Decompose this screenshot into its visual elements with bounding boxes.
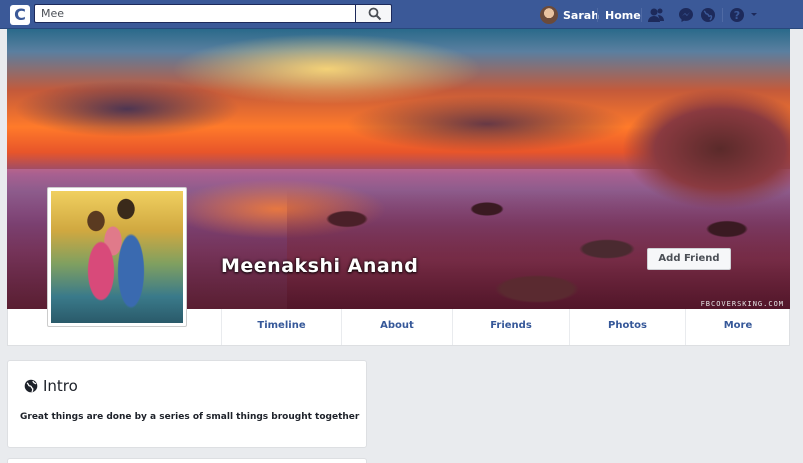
search-button[interactable] xyxy=(355,4,392,23)
user-name: Sarah xyxy=(563,8,600,22)
divider xyxy=(597,8,598,22)
friend-requests-icon[interactable] xyxy=(647,6,665,24)
tab-about[interactable]: About xyxy=(341,309,452,345)
account-caret-icon[interactable] xyxy=(749,6,759,24)
divider xyxy=(641,8,642,22)
intro-card: Intro Great things are done by a series … xyxy=(7,360,367,448)
add-friend-button[interactable]: Add Friend xyxy=(647,248,731,270)
messages-icon[interactable] xyxy=(677,6,695,24)
notifications-globe-icon[interactable] xyxy=(699,6,717,24)
tab-photos[interactable]: Photos xyxy=(569,309,685,345)
intro-title: Intro xyxy=(43,377,78,395)
top-navigation-bar: C Mee Sarah Home ? xyxy=(0,0,803,29)
profile-name[interactable]: Meenakshi Anand xyxy=(221,255,418,277)
tab-timeline[interactable]: Timeline xyxy=(221,309,341,345)
search-icon xyxy=(368,7,382,21)
intro-bio: Great things are done by a series of sma… xyxy=(20,412,360,422)
intro-heading: Intro xyxy=(24,377,78,395)
home-link[interactable]: Home xyxy=(605,9,641,22)
profile-shortcut[interactable]: Sarah xyxy=(540,6,599,24)
tab-more[interactable]: More xyxy=(685,309,790,345)
svg-text:?: ? xyxy=(734,9,740,22)
next-card xyxy=(7,458,367,463)
site-logo[interactable]: C xyxy=(10,5,30,25)
profile-photo-image xyxy=(51,191,183,323)
help-icon[interactable]: ? xyxy=(728,6,746,24)
globe-icon xyxy=(24,379,38,393)
cover-watermark: FBCOVERSKING.COM xyxy=(700,300,784,308)
divider xyxy=(722,8,723,22)
avatar xyxy=(540,6,558,24)
search-input[interactable]: Mee xyxy=(34,4,355,23)
profile-picture[interactable] xyxy=(47,187,187,327)
tab-friends[interactable]: Friends xyxy=(452,309,569,345)
